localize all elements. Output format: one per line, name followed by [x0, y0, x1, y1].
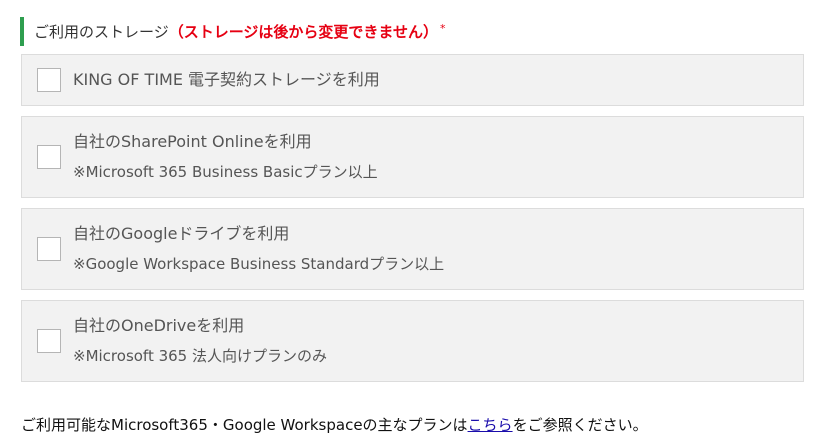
storage-option-onedrive-text: 自社のOneDriveを利用 ※Microsoft 365 法人向けプランのみ [73, 315, 327, 367]
storage-option-onedrive-note: ※Microsoft 365 法人向けプランのみ [73, 347, 327, 365]
storage-option-sharepoint-note: ※Microsoft 365 Business Basicプラン以上 [73, 163, 378, 181]
storage-option-google-drive-checkbox[interactable] [37, 237, 61, 261]
storage-section-header: ご利用のストレージ （ストレージは後から変更できません） * [20, 17, 445, 46]
storage-option-google-drive-text: 自社のGoogleドライブを利用 ※Google Workspace Busin… [73, 223, 444, 275]
required-mark: * [439, 22, 446, 35]
storage-option-kingoftime-checkbox[interactable] [37, 68, 61, 92]
storage-option-kingoftime-text: KING OF TIME 電子契約ストレージを利用 [73, 69, 380, 91]
available-plans-note: ご利用可能なMicrosoft365・Google Workspaceの主なプラ… [21, 414, 648, 435]
storage-option-sharepoint-checkbox[interactable] [37, 145, 61, 169]
storage-option-sharepoint[interactable]: 自社のSharePoint Onlineを利用 ※Microsoft 365 B… [21, 116, 804, 198]
storage-option-onedrive-checkbox[interactable] [37, 329, 61, 353]
storage-option-google-drive[interactable]: 自社のGoogleドライブを利用 ※Google Workspace Busin… [21, 208, 804, 290]
storage-option-kingoftime[interactable]: KING OF TIME 電子契約ストレージを利用 [21, 54, 804, 106]
plans-link[interactable]: こちら [468, 416, 513, 434]
storage-option-google-drive-note: ※Google Workspace Business Standardプラン以上 [73, 255, 445, 273]
storage-option-sharepoint-text: 自社のSharePoint Onlineを利用 ※Microsoft 365 B… [73, 131, 378, 183]
available-plans-prefix: ご利用可能なMicrosoft365・Google Workspaceの主なプラ… [21, 416, 468, 434]
storage-change-warning: （ストレージは後から変更できません） [168, 23, 438, 41]
available-plans-suffix: をご参照ください。 [512, 416, 648, 434]
storage-option-sharepoint-label: 自社のSharePoint Onlineを利用 [73, 132, 312, 151]
storage-section-label: ご利用のストレージ [34, 23, 169, 41]
storage-option-onedrive[interactable]: 自社のOneDriveを利用 ※Microsoft 365 法人向けプランのみ [21, 300, 804, 382]
storage-option-onedrive-label: 自社のOneDriveを利用 [73, 316, 245, 335]
storage-option-kingoftime-label: KING OF TIME 電子契約ストレージを利用 [73, 70, 380, 89]
storage-option-google-drive-label: 自社のGoogleドライブを利用 [73, 224, 290, 243]
